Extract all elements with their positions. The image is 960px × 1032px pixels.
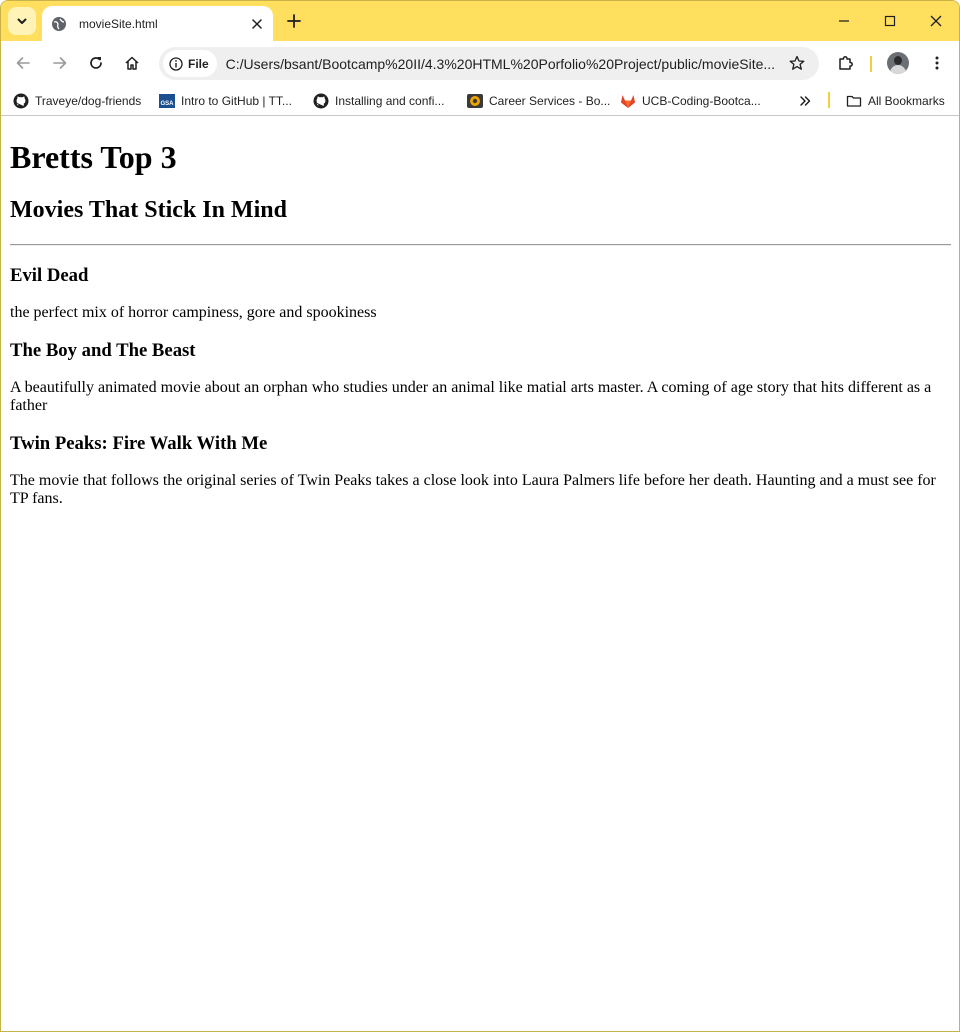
home-icon [125, 56, 139, 70]
plus-icon [287, 14, 301, 28]
movie-title: The Boy and The Beast [10, 340, 196, 361]
gitlab-icon [620, 93, 636, 109]
career-services-icon [467, 93, 483, 109]
new-tab-button[interactable] [281, 8, 307, 34]
bookmark-item[interactable]: UCB-Coding-Bootca... [620, 91, 761, 111]
movie-title: Evil Dead [10, 265, 89, 286]
back-button[interactable] [9, 49, 37, 77]
toolbar-divider [870, 56, 872, 72]
puzzle-icon [839, 56, 853, 70]
folder-icon [846, 93, 862, 109]
menu-button[interactable] [923, 49, 951, 77]
page-viewport: Bretts Top 3 Movies That Stick In Mind E… [2, 122, 959, 1031]
reload-icon [90, 57, 102, 69]
reload-button[interactable] [82, 49, 110, 77]
profile-avatar[interactable] [887, 52, 909, 74]
svg-text:GSA: GSA [160, 101, 174, 107]
github-icon [13, 93, 29, 109]
movie-description: The movie that follows the original seri… [10, 472, 936, 507]
info-icon [169, 56, 183, 71]
bookmark-item[interactable]: Installing and confi... [313, 91, 444, 111]
bookmarks-bar: Traveye/dog-friends GSA Intro to GitHub … [1, 86, 959, 116]
bookmark-item[interactable]: Career Services - Bo... [467, 91, 610, 111]
minimize-icon [839, 20, 849, 22]
bookmarks-divider [828, 92, 830, 108]
horizontal-rule [10, 244, 951, 246]
url-text[interactable]: C:/Users/bsant/Bootcamp%20II/4.3%20HTML%… [226, 56, 774, 72]
movie-description: the perfect mix of horror campiness, gor… [10, 304, 377, 321]
page-subtitle: Movies That Stick In Mind [10, 197, 287, 223]
close-icon [930, 15, 942, 27]
address-bar[interactable]: File C:/Users/bsant/Bootcamp%20II/4.3%20… [159, 47, 819, 80]
browser-window: movieSite.html File C:/Users/bsant/Bootc… [0, 0, 960, 1032]
tab-title: movieSite.html [79, 16, 158, 31]
all-bookmarks-label: All Bookmarks [868, 94, 945, 108]
all-bookmarks-button[interactable]: All Bookmarks [846, 91, 945, 111]
site-chip-label: File [188, 56, 209, 71]
globe-icon [51, 16, 67, 32]
arrow-left-icon [16, 57, 30, 69]
bookmark-label: Intro to GitHub | TT... [181, 94, 292, 108]
bookmark-item[interactable]: Traveye/dog-friends [13, 91, 141, 111]
close-window-button[interactable] [913, 1, 959, 41]
arrow-right-icon [53, 57, 67, 69]
page-content: Bretts Top 3 Movies That Stick In Mind E… [2, 122, 959, 516]
more-bookmarks-button[interactable] [798, 91, 812, 111]
tab-moviesite[interactable]: movieSite.html [42, 6, 273, 41]
more-vertical-icon [935, 56, 939, 70]
maximize-button[interactable] [867, 1, 913, 41]
page-title: Bretts Top 3 [10, 139, 177, 175]
bookmark-label: Career Services - Bo... [489, 94, 611, 108]
bookmark-label: Traveye/dog-friends [35, 94, 142, 108]
site-info-chip[interactable]: File [163, 50, 217, 77]
double-chevron-right-icon [800, 96, 811, 106]
bookmark-star-icon[interactable] [787, 53, 807, 73]
github-icon [313, 93, 329, 109]
tab-strip: movieSite.html [1, 1, 959, 41]
tab-search-button[interactable] [8, 7, 36, 35]
movie-description: A beautifully animated movie about an or… [10, 379, 932, 414]
chevron-down-icon [17, 18, 27, 24]
minimize-button[interactable] [821, 1, 867, 41]
bookmark-label: UCB-Coding-Bootca... [642, 94, 761, 108]
bookmark-item[interactable]: GSA Intro to GitHub | TT... [159, 91, 292, 111]
home-button[interactable] [118, 49, 146, 77]
gsa-icon: GSA [159, 93, 175, 109]
forward-button[interactable] [46, 49, 74, 77]
movie-title: Twin Peaks: Fire Walk With Me [10, 433, 268, 454]
extensions-button[interactable] [832, 49, 860, 77]
toolbar: File C:/Users/bsant/Bootcamp%20II/4.3%20… [1, 41, 959, 86]
close-tab-icon[interactable] [247, 14, 267, 34]
maximize-icon [884, 15, 896, 27]
bookmark-label: Installing and confi... [335, 94, 445, 108]
